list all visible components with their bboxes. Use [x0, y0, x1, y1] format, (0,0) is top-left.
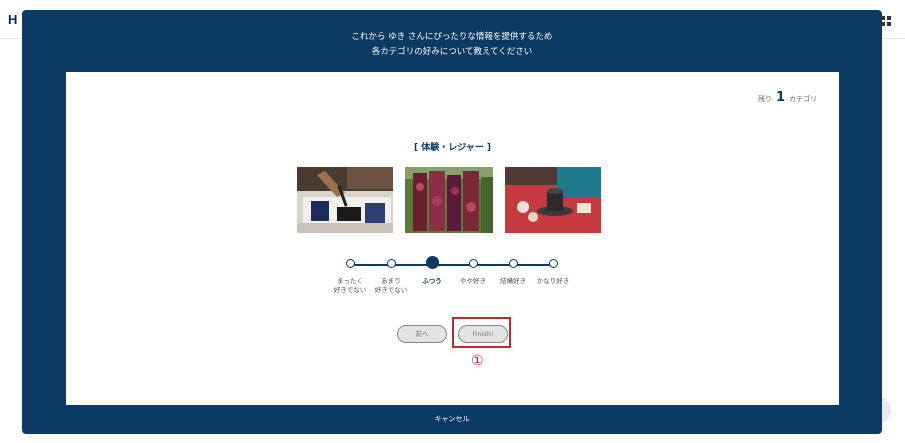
scale-label-6-line1: かなり好き [536, 277, 570, 285]
scale-option-5[interactable] [509, 259, 518, 268]
scale-option-3-selected[interactable] [426, 256, 439, 269]
modal-intro: これから ゆき さんにぴったりな情報を提供するため 各カテゴリの好みについて教え… [22, 30, 882, 60]
category-title: [ 体験・レジャー ] [413, 143, 492, 153]
calligraphy-photo [297, 167, 393, 233]
dyed-fabric-photo [405, 167, 493, 233]
intro-line-1: これから ゆき さんにぴったりな情報を提供するため [351, 32, 553, 42]
tea-ceremony-photo [505, 167, 601, 233]
grid-menu-icon[interactable] [881, 16, 893, 26]
remaining-prefix: 残り [757, 95, 772, 103]
scale-track [351, 264, 554, 266]
scale-option-1[interactable] [346, 259, 355, 268]
preference-modal: これから ゆき さんにぴったりな情報を提供するため 各カテゴリの好みについて教え… [22, 10, 882, 434]
annotation-marker: ① [471, 353, 484, 369]
scale-option-6[interactable] [549, 259, 558, 268]
intro-line-2: 各カテゴリの好みについて教えてください [371, 47, 533, 57]
preference-scale: まったく 好きでない あまり 好きでない ふつう やや好き 結構好き かなり好き [334, 255, 571, 315]
scale-label-6: かなり好き [528, 277, 578, 286]
remaining-count: 残り 1 カテゴリ [758, 90, 817, 105]
scale-option-2[interactable] [387, 259, 396, 268]
remaining-suffix: カテゴリ [789, 95, 817, 103]
annotation-highlight-box [452, 317, 511, 348]
content-panel: 残り 1 カテゴリ [ 体験・レジャー ] まったく 好きでない あまり 好きで… [66, 72, 839, 405]
category-photos [66, 167, 839, 233]
cancel-link[interactable]: キャンセル [22, 414, 882, 424]
prev-button[interactable]: 前へ [397, 325, 447, 343]
scale-label-2-line2: 好きでない [374, 286, 408, 294]
site-logo[interactable]: H [8, 12, 17, 27]
remaining-number: 1 [775, 90, 785, 105]
scale-option-4[interactable] [469, 259, 478, 268]
